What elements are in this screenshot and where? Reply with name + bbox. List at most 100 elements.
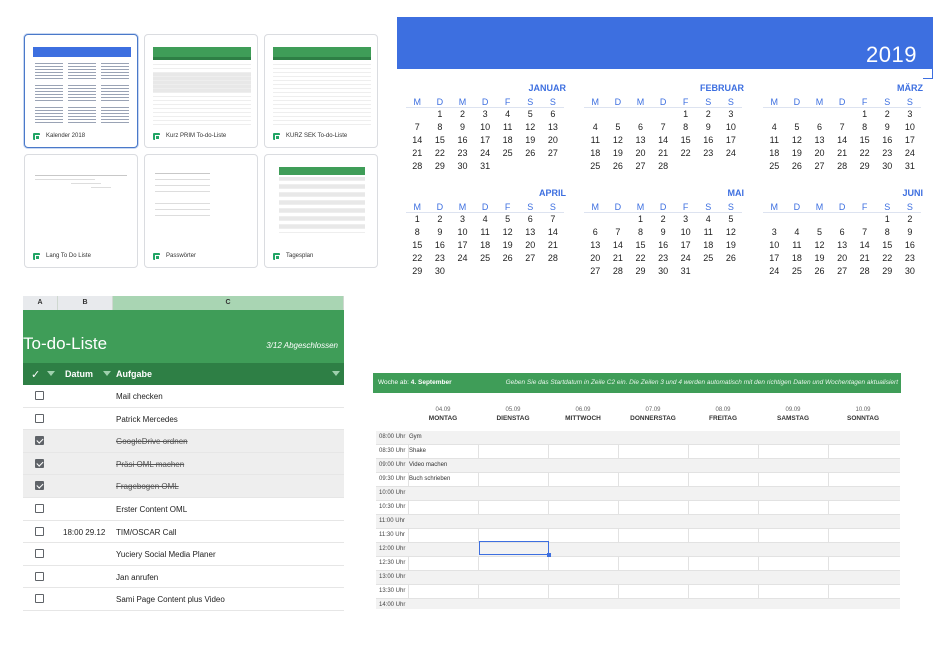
column-header-a[interactable]: A: [23, 296, 58, 310]
calendar-day[interactable]: 23: [451, 147, 474, 160]
calendar-day[interactable]: 26: [808, 265, 831, 278]
calendar-day[interactable]: 20: [629, 147, 652, 160]
calendar-day[interactable]: 27: [629, 160, 652, 173]
calendar-day[interactable]: 1: [406, 213, 429, 226]
calendar-day[interactable]: 4: [763, 121, 786, 134]
calendar-day[interactable]: 2: [899, 213, 922, 226]
calendar-day[interactable]: 15: [853, 134, 876, 147]
calendar-day[interactable]: 8: [674, 121, 697, 134]
calendar-day[interactable]: 9: [697, 121, 720, 134]
todo-task[interactable]: Sami Page Content plus Video: [116, 595, 225, 604]
todo-task[interactable]: Fragebogen OML: [116, 482, 179, 491]
calendar-day[interactable]: 12: [808, 239, 831, 252]
calendar-day[interactable]: 1: [674, 108, 697, 121]
calendar-day[interactable]: 31: [674, 265, 697, 278]
calendar-day[interactable]: 23: [876, 147, 899, 160]
calendar-day[interactable]: 30: [451, 160, 474, 173]
calendar-day[interactable]: 8: [406, 226, 429, 239]
calendar-day[interactable]: 21: [607, 252, 630, 265]
calendar-day[interactable]: 10: [720, 121, 743, 134]
template-card-kurz-sek[interactable]: KURZ SEK To-do-Liste: [264, 34, 378, 148]
calendar-day[interactable]: 16: [652, 239, 675, 252]
template-card-kurz-prim[interactable]: Kurz PRIM To-do-Liste: [144, 34, 258, 148]
calendar-day[interactable]: 5: [607, 121, 630, 134]
calendar-day[interactable]: 3: [899, 108, 922, 121]
calendar-day[interactable]: 11: [786, 239, 809, 252]
calendar-day[interactable]: 20: [519, 239, 542, 252]
todo-checkbox[interactable]: [35, 436, 44, 446]
calendar-day[interactable]: 23: [899, 252, 922, 265]
calendar-day[interactable]: 19: [786, 147, 809, 160]
calendar-day[interactable]: 6: [831, 226, 854, 239]
calendar-day[interactable]: 1: [853, 108, 876, 121]
calendar-day[interactable]: 16: [451, 134, 474, 147]
calendar-day[interactable]: 7: [652, 121, 675, 134]
calendar-day[interactable]: 30: [429, 265, 452, 278]
calendar-day[interactable]: 15: [406, 239, 429, 252]
calendar-day[interactable]: 25: [496, 147, 519, 160]
calendar-day[interactable]: 3: [763, 226, 786, 239]
calendar-day[interactable]: 5: [808, 226, 831, 239]
calendar-day[interactable]: 28: [652, 160, 675, 173]
calendar-day[interactable]: 30: [876, 160, 899, 173]
calendar-day[interactable]: 3: [451, 213, 474, 226]
calendar-day[interactable]: 14: [831, 134, 854, 147]
todo-checkbox[interactable]: [35, 526, 44, 536]
calendar-day[interactable]: 17: [720, 134, 743, 147]
todo-date[interactable]: 18:00 29.12: [63, 528, 105, 537]
column-header-b[interactable]: B: [58, 296, 113, 310]
calendar-day[interactable]: 13: [808, 134, 831, 147]
calendar-day[interactable]: 13: [831, 239, 854, 252]
calendar-day[interactable]: 19: [519, 134, 542, 147]
todo-checkbox[interactable]: [35, 571, 44, 581]
todo-checkbox[interactable]: [35, 481, 44, 491]
calendar-day[interactable]: 20: [831, 252, 854, 265]
calendar-day[interactable]: 5: [720, 213, 743, 226]
time-slot-row[interactable]: 11:30 Uhr: [376, 529, 900, 543]
calendar-day[interactable]: 2: [451, 108, 474, 121]
calendar-day[interactable]: 19: [496, 239, 519, 252]
calendar-day[interactable]: 21: [542, 239, 565, 252]
time-slot-row[interactable]: 08:30 Uhr Shake: [376, 445, 900, 459]
calendar-day[interactable]: 30: [899, 265, 922, 278]
todo-checkbox[interactable]: [35, 391, 44, 400]
slot-event[interactable]: Buch schrieben: [409, 476, 450, 482]
calendar-day[interactable]: 22: [629, 252, 652, 265]
calendar-day[interactable]: 13: [584, 239, 607, 252]
calendar-day[interactable]: 17: [474, 134, 497, 147]
template-card-tagesplan[interactable]: Tagesplan: [264, 154, 378, 268]
calendar-day[interactable]: 10: [474, 121, 497, 134]
calendar-day[interactable]: 23: [429, 252, 452, 265]
calendar-day[interactable]: 9: [899, 226, 922, 239]
calendar-day[interactable]: 15: [429, 134, 452, 147]
calendar-day[interactable]: 4: [474, 213, 497, 226]
calendar-day[interactable]: 22: [674, 147, 697, 160]
calendar-day[interactable]: 24: [763, 265, 786, 278]
calendar-day[interactable]: 6: [629, 121, 652, 134]
calendar-day[interactable]: 29: [853, 160, 876, 173]
calendar-day[interactable]: 6: [808, 121, 831, 134]
calendar-day[interactable]: 18: [474, 239, 497, 252]
calendar-day[interactable]: 20: [808, 147, 831, 160]
calendar-day[interactable]: 7: [607, 226, 630, 239]
time-slot-row[interactable]: 09:30 Uhr Buch schrieben: [376, 473, 900, 487]
calendar-day[interactable]: 9: [652, 226, 675, 239]
calendar-day[interactable]: 7: [542, 213, 565, 226]
calendar-day[interactable]: 27: [584, 265, 607, 278]
calendar-day[interactable]: 3: [474, 108, 497, 121]
calendar-day[interactable]: 7: [853, 226, 876, 239]
calendar-day[interactable]: 14: [607, 239, 630, 252]
calendar-day[interactable]: 4: [584, 121, 607, 134]
calendar-day[interactable]: 17: [763, 252, 786, 265]
todo-checkbox[interactable]: [35, 549, 44, 559]
calendar-day[interactable]: 22: [876, 252, 899, 265]
calendar-day[interactable]: 17: [674, 239, 697, 252]
calendar-day[interactable]: 25: [697, 252, 720, 265]
calendar-day[interactable]: 15: [674, 134, 697, 147]
calendar-day[interactable]: 11: [697, 226, 720, 239]
calendar-day[interactable]: 13: [519, 226, 542, 239]
calendar-day[interactable]: 24: [899, 147, 922, 160]
calendar-day[interactable]: 12: [786, 134, 809, 147]
calendar-day[interactable]: 11: [474, 226, 497, 239]
calendar-day[interactable]: 16: [899, 239, 922, 252]
